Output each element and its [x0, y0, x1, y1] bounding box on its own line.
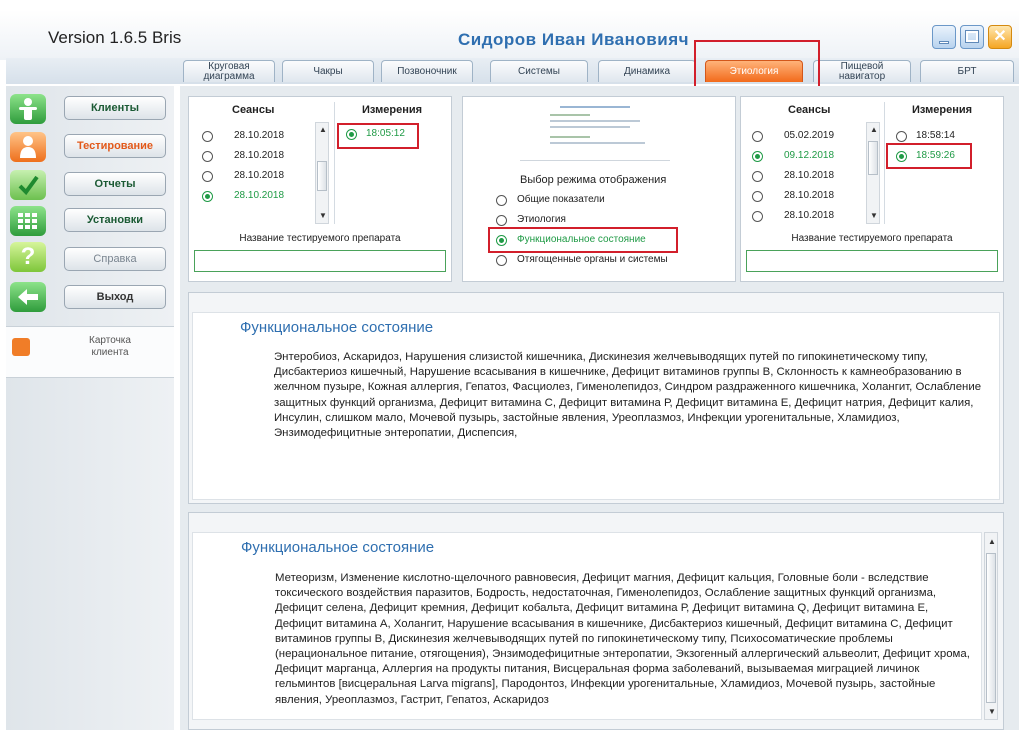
sidebar-item-settings[interactable]: Установки [64, 208, 166, 232]
client-card-label: Карточка клиента [89, 335, 131, 358]
mode-option[interactable]: Отягощенные органы и системы [517, 254, 668, 265]
tab-systems[interactable]: Системы [490, 60, 588, 82]
session-date: 28.10.2018 [234, 170, 285, 181]
session-radio[interactable] [202, 131, 213, 142]
tab-chakras[interactable]: Чакры [282, 60, 374, 82]
session-date: 28.10.2018 [784, 190, 835, 201]
drug-caption: Название тестируемого препарата [791, 233, 953, 244]
mode-radio[interactable] [496, 215, 507, 226]
highlight-box [488, 227, 678, 253]
sidebar-item-reports[interactable]: Отчеты [64, 172, 166, 196]
session-radio[interactable] [752, 171, 763, 182]
session-radio-selected[interactable] [752, 151, 763, 162]
drug-name-field[interactable] [194, 250, 446, 272]
sidebar-item-exit[interactable]: Выход [64, 285, 166, 309]
measurement-time: 18:58:14 [916, 130, 955, 141]
session-radio[interactable] [752, 211, 763, 222]
highlight-box [886, 143, 972, 169]
session-radio[interactable] [202, 171, 213, 182]
scroll-up-icon[interactable]: ▲ [870, 125, 878, 134]
tab-spine[interactable]: Позвоночник [381, 60, 473, 82]
sidebar-item-help[interactable]: Справка [64, 247, 166, 271]
section-text: Метеоризм, Изменение кислотно-щелочного … [275, 572, 970, 706]
column-divider [884, 102, 885, 224]
measurements-header: Измерения [362, 104, 423, 116]
question-icon: ? [10, 242, 46, 272]
session-radio[interactable] [752, 131, 763, 142]
session-date: 28.10.2018 [234, 130, 285, 141]
mode-radio[interactable] [496, 195, 507, 206]
sessions-header: Сеансы [788, 104, 831, 116]
highlight-box [337, 123, 419, 149]
session-date: 05.02.2019 [784, 130, 835, 141]
drug-caption: Название тестируемого препарата [239, 233, 401, 244]
sessions-scrollbar[interactable]: ▲ ▼ [315, 122, 329, 224]
section-title: Функциональное состояние [241, 539, 435, 556]
scroll-up-icon[interactable]: ▲ [319, 125, 327, 134]
tab-food-navigator[interactable]: Пищевой навигатор [813, 60, 911, 82]
mode-option[interactable]: Этиология [517, 214, 566, 225]
session-date: 28.10.2018 [234, 150, 285, 161]
sessions-scrollbar[interactable]: ▲ ▼ [866, 122, 880, 224]
client-card-icon [12, 338, 30, 356]
session-radio[interactable] [202, 151, 213, 162]
session-date: 28.10.2018 [784, 170, 835, 181]
session-date: 09.12.2018 [784, 150, 835, 161]
scroll-down-icon[interactable]: ▼ [870, 211, 878, 220]
mode-option[interactable]: Общие показатели [517, 194, 605, 205]
measurements-header: Измерения [912, 104, 973, 116]
session-radio[interactable] [752, 191, 763, 202]
tab-pie-chart[interactable]: Круговая диаграмма [183, 60, 275, 82]
column-divider [334, 102, 335, 224]
session-radio-selected[interactable] [202, 191, 213, 202]
client-name: Сидоров Иван Иванoвияч [458, 30, 689, 49]
maximize-icon[interactable] [960, 25, 984, 49]
sidebar-item-testing[interactable]: Тестирование [64, 134, 166, 158]
sessions-header: Сеансы [232, 104, 275, 116]
person-icon [10, 132, 46, 162]
grid-icon [10, 206, 46, 236]
scroll-thumb[interactable] [868, 141, 878, 175]
results-scrollbar[interactable]: ▲ ▼ [984, 532, 998, 720]
scroll-up-icon[interactable]: ▲ [988, 537, 996, 546]
checkmark-icon [10, 170, 46, 200]
person-icon [10, 94, 46, 124]
drug-name-field[interactable] [746, 250, 998, 272]
minimize-icon[interactable] [932, 25, 956, 49]
section-text: Энтеробиоз, Аскаридоз, Нарушения слизист… [274, 351, 982, 440]
sidebar-item-clients[interactable]: Клиенты [64, 96, 166, 120]
scroll-thumb[interactable] [317, 161, 327, 191]
version-label: Version 1.6.5 Bris [48, 28, 182, 47]
arrow-left-icon [10, 282, 46, 312]
scroll-down-icon[interactable]: ▼ [988, 707, 996, 716]
session-date: 28.10.2018 [784, 210, 835, 221]
tab-brt[interactable]: БРТ [920, 60, 1014, 82]
mode-radio[interactable] [496, 255, 507, 266]
result-content-bottom: Функциональное состояние Метеоризм, Изме… [192, 532, 982, 720]
session-date: 28.10.2018 [234, 190, 285, 201]
report-thumbnail [520, 104, 670, 166]
mode-title: Выбор режима отображения [520, 174, 667, 186]
scroll-thumb[interactable] [986, 553, 996, 703]
scroll-down-icon[interactable]: ▼ [319, 211, 327, 220]
tab-dynamics[interactable]: Динамика [598, 60, 696, 82]
measurement-radio[interactable] [896, 131, 907, 142]
section-title: Функциональное состояние [240, 319, 434, 336]
close-icon[interactable]: ✕ [988, 25, 1012, 49]
